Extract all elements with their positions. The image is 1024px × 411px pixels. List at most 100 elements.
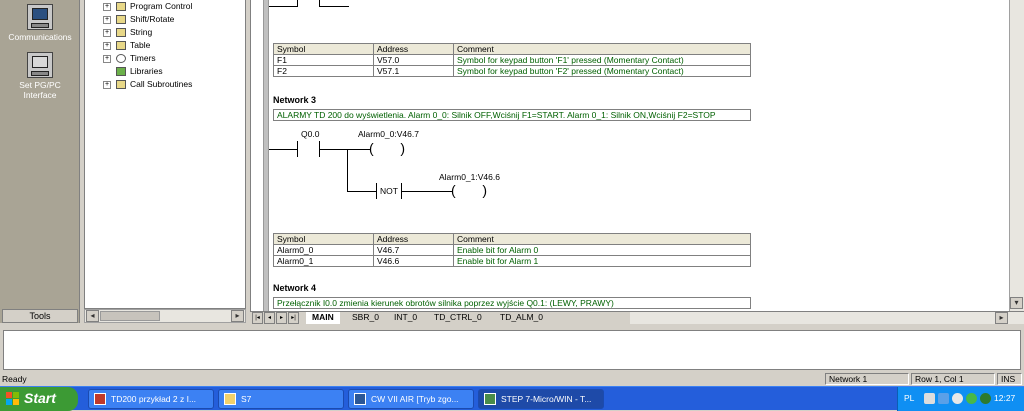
table-row[interactable]: Alarm0_1 V46.6 Enable bit for Alarm 1 [273,255,751,267]
scroll-down-icon[interactable]: ▾ [1010,297,1023,309]
folder-instruction-icon [116,2,126,12]
tree-horizontal-scrollbar[interactable]: ◂ ▸ [84,309,246,323]
status-network: Network 1 [825,373,909,385]
expand-icon[interactable]: + [103,41,111,50]
scroll-right-icon[interactable]: ▸ [995,312,1008,324]
pdf-icon [94,393,106,405]
nav-set-pg-pc-interface[interactable]: Set PG/PC Interface [0,52,80,100]
folder-instruction-icon [116,28,126,38]
folder-instruction-icon [116,80,126,90]
rung-line [269,149,297,150]
tree-item-program-control[interactable]: + Program Control [103,0,192,12]
contact-left-bar [297,0,298,7]
status-icon[interactable] [966,393,977,404]
tab-td-alm-0[interactable]: TD_ALM_0 [494,312,549,324]
rung-line [319,149,371,150]
tab-first-icon[interactable]: |◂ [252,312,263,324]
expand-icon[interactable]: + [103,15,111,24]
navigation-bar: Communications Set PG/PC Interface [0,0,80,323]
folder-instruction-icon [116,15,126,25]
pg-pc-interface-icon [27,52,53,78]
step7-icon [484,393,496,405]
coil-2-label: Alarm0_1:V46.6 [439,172,500,182]
rung-line [269,6,297,7]
timer-icon [116,54,126,64]
network-3-title[interactable]: Network 3 [273,95,316,105]
tree-item-table[interactable]: + Table [103,39,150,51]
tools-button[interactable]: Tools [2,309,78,323]
symbol-table-network-2: Symbol Address Comment F1 V57.0 Symbol f… [273,43,751,77]
col-address-header: Address [373,43,454,55]
tree-item-string[interactable]: + String [103,26,152,38]
network-4-title[interactable]: Network 4 [273,283,316,293]
rung-line [401,191,453,192]
tab-next-icon[interactable]: ▸ [276,312,287,324]
tree-item-call-subroutines[interactable]: + Call Subroutines [103,78,192,90]
communications-icon [27,4,53,30]
tree-item-timers[interactable]: + Timers [103,52,156,64]
document-icon [354,393,366,405]
taskbar-item-step7[interactable]: STEP 7-Micro/WIN - T... [478,389,604,409]
language-indicator[interactable]: PL [904,387,914,410]
network-3-comment[interactable]: ALARMY TD 200 do wyświetlenia. Alarm 0_0… [273,109,751,121]
antivirus-icon[interactable] [952,393,963,404]
tab-last-icon[interactable]: ▸| [288,312,299,324]
network-4-comment[interactable]: Przełącznik I0.0 zmienia kierunek obrotó… [273,297,751,309]
coil-alarm0-1[interactable]: () [451,183,487,199]
expand-icon[interactable]: + [103,80,111,89]
clock[interactable]: 12:27 [994,387,1015,410]
branch-line [347,149,348,191]
tab-int-0[interactable]: INT_0 [388,312,423,324]
editor-horizontal-scrollbar[interactable]: ▸ [630,312,1024,324]
rung-line [347,191,377,192]
status-mode: INS [997,373,1022,385]
col-comment-header: Comment [453,43,751,55]
nav-communications-label: Communications [8,32,72,42]
tab-sbr-0[interactable]: SBR_0 [346,312,385,324]
status-position: Row 1, Col 1 [911,373,995,385]
status-text: Ready [2,374,27,384]
scroll-left-icon[interactable]: ◂ [86,310,99,322]
folder-instruction-icon [116,41,126,51]
taskbar-item-document[interactable]: CW VII AIR [Tryb zgo... [348,389,474,409]
tree-item-libraries[interactable]: Libraries [103,65,163,77]
expand-icon[interactable]: + [103,2,111,11]
not-left-bar [376,183,377,199]
output-window[interactable] [3,330,1021,370]
taskbar: Start TD200 przykład 2 z I... S7 CW VII … [0,386,1024,411]
contact-label: Q0.0 [301,129,320,139]
libraries-icon [116,67,126,77]
table-row[interactable]: F1 V57.0 Symbol for keypad button 'F1' p… [273,54,751,66]
scrollbar-thumb[interactable] [100,311,160,321]
rung-line [319,6,349,7]
editor-vertical-scrollbar[interactable]: ▾ [1009,0,1024,311]
system-tray: PL 12:27 [897,387,1024,411]
update-icon[interactable] [980,393,991,404]
not-instruction[interactable]: NOT [378,186,400,196]
coil-alarm0-0[interactable]: () [369,141,405,157]
nav-set-pg-pc-label: Set PG/PC Interface [19,80,61,100]
tree-item-shift-rotate[interactable]: + Shift/Rotate [103,13,174,25]
keyboard-icon[interactable] [924,393,935,404]
taskbar-item-pdf[interactable]: TD200 przykład 2 z I... [88,389,214,409]
network-icon[interactable] [938,393,949,404]
expand-icon[interactable]: + [103,28,111,37]
ladder-editor[interactable]: Symbol Address Comment F1 V57.0 Symbol f… [250,0,1024,311]
power-rail-margin [263,0,269,311]
tab-td-ctrl-0[interactable]: TD_CTRL_0 [428,312,488,324]
coil-1-label: Alarm0_0:V46.7 [358,129,419,139]
tab-main[interactable]: MAIN [306,312,340,324]
windows-logo-icon [6,392,20,405]
start-label: Start [24,390,56,406]
instruction-tree: + Program Control + Shift/Rotate + String +… [84,0,246,309]
scroll-right-icon[interactable]: ▸ [231,310,244,322]
folder-icon [224,393,236,405]
program-tabs-bar: |◂ ◂ ▸ ▸| MAIN SBR_0 INT_0 TD_CTRL_0 TD_… [250,311,1024,324]
nav-communications[interactable]: Communications [0,4,80,42]
start-button[interactable]: Start [0,387,78,411]
expand-icon[interactable]: + [103,54,111,63]
taskbar-item-s7[interactable]: S7 [218,389,344,409]
tab-prev-icon[interactable]: ◂ [264,312,275,324]
table-row[interactable]: Alarm0_0 V46.7 Enable bit for Alarm 0 [273,244,751,256]
table-row[interactable]: F2 V57.1 Symbol for keypad button 'F2' p… [273,65,751,77]
